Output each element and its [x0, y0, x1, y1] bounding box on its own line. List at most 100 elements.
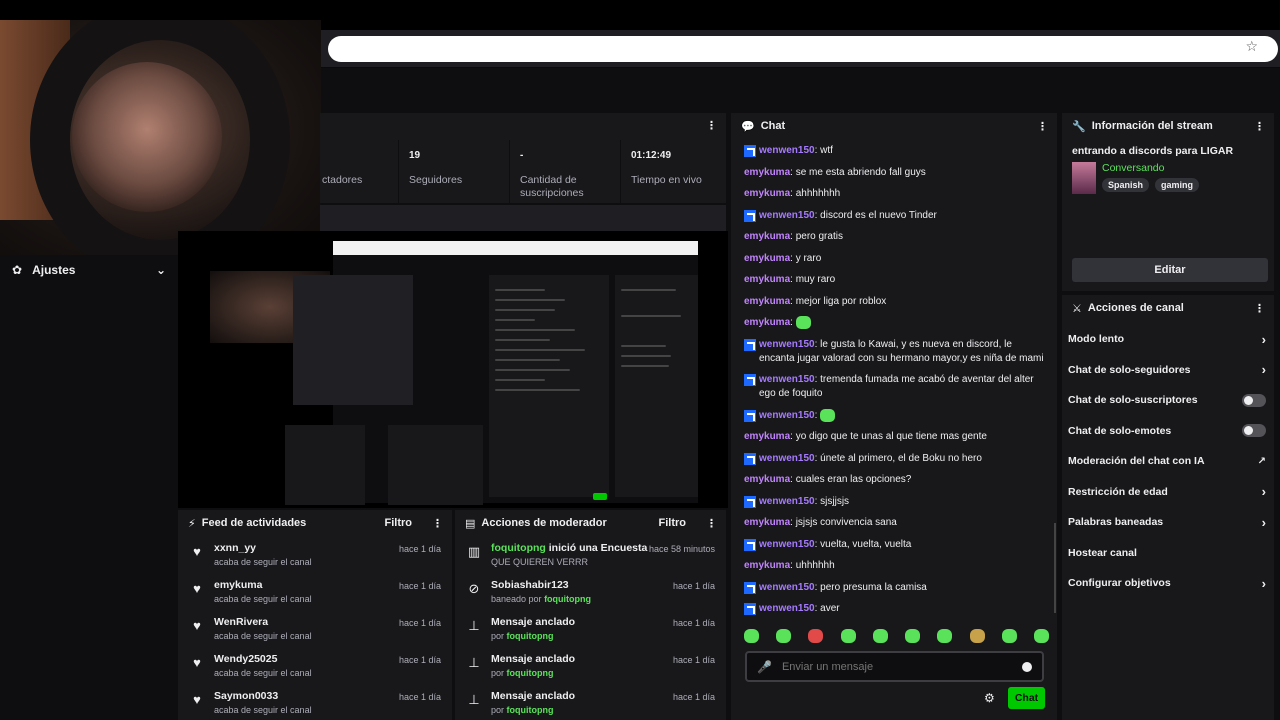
emote-icon[interactable] — [905, 629, 921, 643]
toggle-switch[interactable] — [1242, 424, 1266, 438]
chat-body-text: discord es el nuevo Tinder — [820, 209, 937, 221]
channel-action-item[interactable]: Moderación del chat con IA ↗ — [1062, 446, 1274, 477]
timestamp: hace 1 día — [672, 655, 715, 665]
channel-action-item[interactable]: Modo lento › — [1062, 324, 1274, 355]
edit-stream-button[interactable]: Editar — [1072, 258, 1268, 282]
emote-icon[interactable] — [808, 629, 824, 643]
microphone-icon[interactable]: 🎤 — [757, 660, 772, 674]
chat-username[interactable]: emykuma — [744, 188, 790, 199]
more-icon[interactable]: ⋮ — [1037, 120, 1048, 133]
channel-action-item[interactable]: Chat de solo-suscriptores — [1062, 385, 1274, 416]
stat-label: Cantidad de suscripciones — [520, 174, 584, 199]
send-chat-button[interactable]: Chat — [1008, 687, 1045, 709]
chat-username[interactable]: emykuma — [744, 560, 790, 571]
emote-icon[interactable] — [840, 629, 856, 643]
chat-username[interactable]: emykuma — [744, 253, 790, 264]
list-item: ⊥ Mensaje anclado por foquitopng hace 1 … — [455, 684, 726, 720]
chat-username[interactable]: wenwen150 — [759, 410, 815, 421]
chat-username[interactable]: emykuma — [744, 474, 790, 485]
chat-username[interactable]: emykuma — [744, 317, 790, 328]
more-icon[interactable]: ⋮ — [706, 119, 717, 132]
filter-button[interactable]: Filtro — [385, 517, 413, 529]
channel-action-label: Palabras baneadas — [1068, 516, 1164, 529]
chat-message-text: emykuma: pero gratis — [744, 230, 1045, 244]
chat-username[interactable]: emykuma — [744, 231, 790, 242]
nested-text — [621, 355, 671, 357]
more-icon[interactable]: ⋮ — [1254, 120, 1265, 133]
mod-username[interactable]: foquitopng — [491, 542, 546, 554]
channel-action-item[interactable]: Configurar objetivos › — [1062, 568, 1274, 599]
chat-message: wenwen150: pero presuma la camisa — [744, 581, 1045, 595]
stat-followers: 19 Seguidores — [399, 140, 510, 203]
channel-action-item[interactable]: Chat de solo-emotes — [1062, 416, 1274, 447]
emote-icon[interactable] — [872, 629, 888, 643]
chat-username[interactable]: wenwen150 — [759, 582, 815, 593]
toggle-switch[interactable] — [1242, 393, 1266, 407]
chat-scrollbar[interactable] — [1054, 523, 1056, 613]
chat-username[interactable]: emykuma — [744, 431, 790, 442]
nested-text — [495, 339, 550, 341]
stream-tag[interactable]: gaming — [1155, 178, 1200, 192]
chat-username[interactable]: wenwen150 — [759, 145, 815, 156]
channel-action-label: Hostear canal — [1068, 546, 1137, 559]
channel-action-item[interactable]: Hostear canal — [1062, 538, 1274, 569]
chat-messages[interactable]: wenwen150: wtf emykuma: se me esta abrien… — [731, 140, 1057, 615]
bookmark-star-icon[interactable]: ☆ — [1245, 38, 1258, 55]
channel-action-item[interactable]: Chat de solo-seguidores › — [1062, 355, 1274, 386]
nested-chat-button — [593, 493, 607, 500]
emote-icon[interactable] — [744, 629, 759, 643]
chat-settings-icon[interactable]: ⚙ — [984, 691, 995, 705]
nested-mod — [388, 425, 483, 505]
mod-username[interactable]: foquitopng — [544, 594, 591, 604]
emote-icon[interactable] — [776, 629, 792, 643]
chat-username[interactable]: wenwen150 — [759, 539, 815, 550]
stream-tag[interactable]: Spanish — [1102, 178, 1150, 192]
chat-body-text: únete al primero, el de Boku no hero — [820, 452, 982, 464]
chat-username[interactable]: wenwen150 — [759, 496, 815, 507]
chat-username[interactable]: emykuma — [744, 296, 790, 307]
mod-username[interactable]: foquitopng — [507, 705, 554, 715]
filter-button[interactable]: Filtro — [659, 517, 687, 529]
chat-username[interactable]: wenwen150 — [759, 603, 815, 614]
address-bar[interactable] — [328, 36, 1278, 62]
chat-message: emykuma: mejor liga por roblox — [744, 295, 1045, 309]
emote-icon[interactable] — [969, 629, 985, 643]
chat-message: wenwen150: vuelta, vuelta, vuelta — [744, 538, 1045, 552]
chat-username[interactable]: emykuma — [744, 517, 790, 528]
timestamp: hace 1 día — [398, 581, 441, 591]
stream-category[interactable]: Conversando — [1102, 162, 1199, 174]
stream-preview[interactable] — [178, 231, 728, 508]
emote-icon[interactable] — [1033, 629, 1049, 643]
chat-body-text: pero presuma la camisa — [820, 581, 927, 593]
chat-message-text: wenwen150: tremenda fumada me acabó de a… — [759, 373, 1045, 401]
nested-text — [621, 289, 676, 291]
more-icon[interactable]: ⋮ — [706, 517, 717, 530]
mod-username[interactable]: foquitopng — [507, 631, 554, 641]
badge-icon — [744, 452, 756, 465]
chat-username[interactable]: wenwen150 — [759, 374, 815, 385]
chat-message: emykuma: pero gratis — [744, 230, 1045, 244]
more-icon[interactable]: ⋮ — [1254, 302, 1265, 315]
chat-username[interactable]: wenwen150 — [759, 339, 815, 350]
channel-action-item[interactable]: Palabras baneadas › — [1062, 507, 1274, 538]
chat-input-box[interactable]: 🎤 — [745, 651, 1044, 682]
chat-body-text: pero gratis — [795, 231, 843, 242]
badge-icon — [744, 581, 756, 594]
stat-value: 01:12:49 — [631, 150, 672, 161]
mod-username[interactable]: foquitopng — [507, 668, 554, 678]
nested-text — [495, 299, 565, 301]
more-icon[interactable]: ⋮ — [432, 517, 443, 530]
chat-username[interactable]: emykuma — [744, 167, 790, 178]
chat-username[interactable]: emykuma — [744, 274, 790, 285]
chat-username[interactable]: wenwen150 — [759, 453, 815, 464]
sidebar-item-settings[interactable]: ✿ Ajustes ⌄ — [0, 255, 178, 285]
channel-action-item[interactable]: Restricción de edad › — [1062, 477, 1274, 508]
timestamp: hace 1 día — [672, 581, 715, 591]
emote-picker-icon[interactable] — [1022, 661, 1032, 672]
chat-input[interactable] — [781, 660, 1012, 673]
panel-title: Feed de actividades — [201, 517, 307, 529]
chat-username[interactable]: wenwen150 — [759, 210, 815, 221]
emote-icon[interactable] — [1001, 629, 1017, 643]
emote-icon — [820, 408, 836, 422]
emote-icon[interactable] — [937, 629, 953, 643]
